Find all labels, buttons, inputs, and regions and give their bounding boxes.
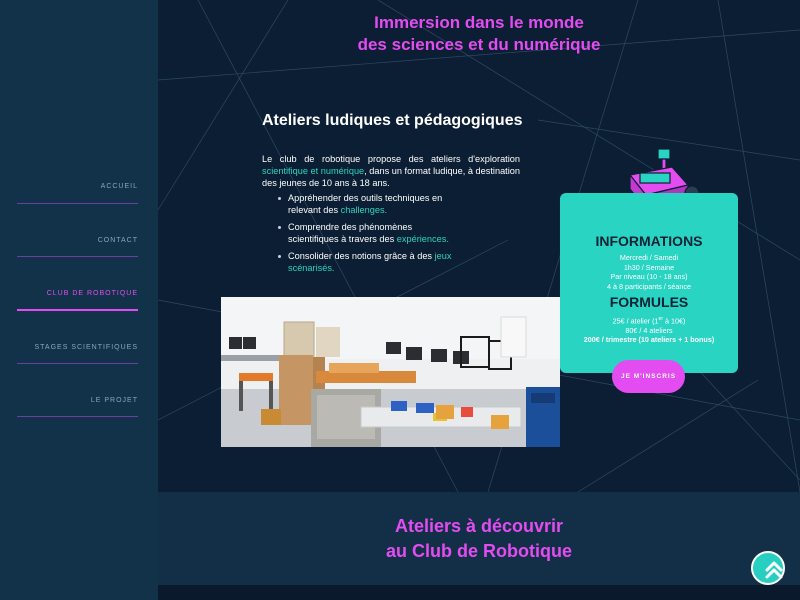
nav-item-contact[interactable]: CONTACT — [17, 237, 138, 255]
list-item: Appréhender des outils techniques en rel… — [278, 193, 458, 216]
nav-item-club-de-robotique[interactable]: CLUB DE ROBOTIQUE — [17, 290, 138, 308]
bullet-accent: expériences. — [396, 233, 449, 244]
bullet-text: Consolider des notions grâce à des — [288, 251, 435, 261]
band-title-line-1: Ateliers à découvrir — [394, 516, 564, 536]
nav-divider — [17, 256, 138, 257]
nav-divider — [17, 203, 138, 204]
list-item: Consolider des notions grâce à des jeux … — [278, 251, 458, 274]
hero-title-line-2: des sciences et du numérique — [357, 35, 601, 54]
formule-line: 200€ / trimestre (10 ateliers + 1 bonus) — [583, 335, 715, 345]
intro-text-a: Le club de robotique propose des atelier… — [262, 154, 520, 164]
hero-title: Immersion dans le monde des sciences et … — [158, 12, 800, 56]
band-title: Ateliers à découvrir au Club de Robotiqu… — [158, 514, 800, 564]
info-line: 1h30 / Semaine — [623, 262, 675, 272]
double-chevron-up-icon — [765, 561, 783, 579]
nav-item-le-projet[interactable]: LE PROJET — [17, 397, 138, 415]
info-card: INFORMATIONS Mercredi / Samedi 1h30 / Se… — [560, 193, 738, 373]
section-title: Ateliers ludiques et pédagogiques — [262, 112, 523, 129]
info-title: INFORMATIONS — [595, 233, 703, 249]
bullet-accent: challenges. — [340, 204, 388, 215]
hero-title-line-1: Immersion dans le monde — [374, 13, 584, 32]
info-line: 4 à 8 participants / séance — [607, 281, 691, 291]
band-title-line-2: au Club de Robotique — [386, 541, 572, 561]
formule-line: 80€ / 4 ateliers — [625, 325, 673, 335]
sidebar-nav: ACCUEIL CONTACT CLUB DE ROBOTIQUE STAGES… — [0, 0, 158, 600]
discover-band: Ateliers à découvrir au Club de Robotiqu… — [158, 492, 800, 585]
nav-divider — [17, 363, 138, 364]
classroom-photo — [221, 297, 560, 447]
bullet-text: Comprendre des phénomènes scientifiques … — [288, 222, 413, 244]
nav-divider-active — [17, 309, 138, 311]
intro-paragraph: Le club de robotique propose des atelier… — [262, 153, 520, 189]
intro-accent: scientifique et numérique — [262, 166, 365, 176]
nav-item-accueil[interactable]: ACCUEIL — [17, 183, 138, 201]
formule-1-b: à 10€) — [663, 316, 686, 326]
formule-1-a: 25€ / atelier (1 — [612, 316, 659, 326]
back-to-top-button[interactable] — [751, 551, 785, 585]
info-line: Par niveau (10 - 18 ans) — [610, 272, 688, 281]
nav-divider — [17, 416, 138, 417]
main-content: Immersion dans le monde des sciences et … — [158, 0, 800, 492]
footer-strip — [158, 585, 800, 600]
formule-line: 25€ / atelier (1er à 10€) — [560, 315, 738, 326]
nav-item-stages-scientifiques[interactable]: STAGES SCIENTIFIQUES — [17, 344, 138, 362]
info-line: Mercredi / Samedi — [619, 253, 679, 262]
list-item: Comprendre des phénomènes scientifiques … — [278, 222, 458, 245]
signup-button[interactable]: JE M'INSCRIS — [612, 360, 685, 393]
formules-title: FORMULES — [609, 294, 689, 310]
objectives-list: Appréhender des outils techniques en rel… — [278, 193, 458, 280]
